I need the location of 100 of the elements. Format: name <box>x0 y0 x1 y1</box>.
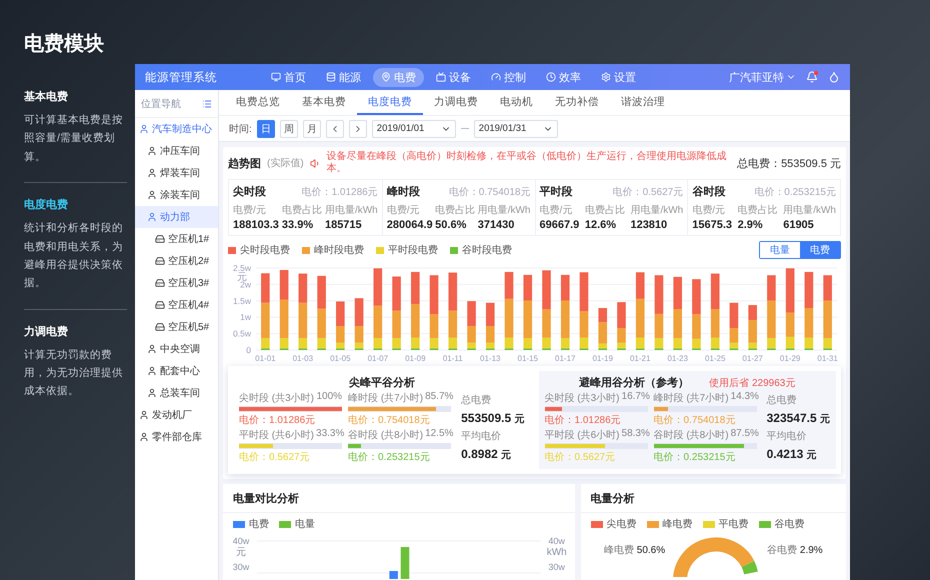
axis-unit: 元 <box>237 272 247 283</box>
chart-bar <box>804 272 814 308</box>
nav-item[interactable]: 能源 <box>318 68 369 86</box>
nav-item[interactable]: 设置 <box>593 68 644 86</box>
metric-label: 电费占比 <box>738 204 778 217</box>
metric-value: 50.6% <box>435 219 468 231</box>
analysis-title: 尖峰平谷分析 <box>348 376 415 390</box>
nav-item[interactable]: 控制 <box>483 68 534 86</box>
pin-icon <box>381 72 391 82</box>
section-text: 计算无功罚款的费用，为无功治理提供成本依据。 <box>24 348 124 400</box>
nav-item[interactable]: 设备 <box>428 68 479 86</box>
tab[interactable]: 力调电费 <box>423 90 489 115</box>
tree-item[interactable]: 零件部仓库 <box>135 426 218 448</box>
tree-item[interactable]: 冲压车间 <box>135 140 218 162</box>
tab[interactable]: 无功补偿 <box>544 90 610 115</box>
tree-item[interactable]: 焊装车间 <box>135 162 218 184</box>
period-name: 峰时段 <box>386 184 420 199</box>
metric-value: 2.9% <box>738 219 764 231</box>
legend-label: 电费 <box>249 518 269 531</box>
period-button[interactable]: 周 <box>280 120 298 138</box>
metric-label: 用电量/kWh <box>478 204 530 217</box>
period-label: 峰时段 (共7小时) <box>654 392 729 405</box>
donut-label: 峰电费 50.6% <box>604 544 666 558</box>
tree-item[interactable]: 动力部 <box>135 206 218 228</box>
period-price: 电价：0.754018元 <box>448 186 530 199</box>
period-name: 谷时段 <box>692 184 726 199</box>
legend-label: 平电费 <box>718 518 749 531</box>
person-icon <box>147 344 157 354</box>
list-icon[interactable] <box>202 99 212 109</box>
legend-label: 尖电费 <box>606 518 637 531</box>
axis-label: 01-19 <box>592 354 613 363</box>
analysis-title: 避峰用谷分析（参考） <box>579 376 690 390</box>
metric-value: 33.9% <box>282 219 314 231</box>
date-field[interactable]: 2019/01/31 <box>474 120 558 138</box>
period-name: 尖时段 <box>233 184 266 199</box>
chart-bar <box>317 276 326 309</box>
metric-label: 电费/元 <box>386 204 421 217</box>
tab[interactable]: 电费总览 <box>225 90 291 115</box>
axis-label: 01-05 <box>330 354 351 363</box>
metric-label: 电费占比 <box>282 204 322 217</box>
tree-item[interactable]: 涂装车间 <box>135 184 218 206</box>
chart-bar <box>280 270 288 300</box>
axis-label: 01-11 <box>442 354 463 363</box>
axis-label: 01-15 <box>518 354 538 363</box>
chart-bar <box>261 273 270 303</box>
period-price: 电价：0.253215元 <box>754 186 836 199</box>
gauge-icon <box>491 72 501 82</box>
axis-label: 1.5w <box>233 296 251 306</box>
tree-item[interactable]: 配套中心 <box>135 360 218 382</box>
axis-label: 01-03 <box>292 354 314 363</box>
tree-item[interactable]: 空压机2# <box>135 250 218 272</box>
period-label: 尖时段 (共3小时) <box>239 392 314 405</box>
chart-bar <box>298 274 308 303</box>
tree-item[interactable]: 中央空调 <box>135 338 218 360</box>
axis-label: 01-17 <box>555 354 576 363</box>
settings-icon <box>601 72 611 82</box>
tree-item[interactable]: 发动机厂 <box>135 404 218 426</box>
nav-item[interactable]: 首页 <box>263 68 314 86</box>
notification-button[interactable] <box>806 71 818 83</box>
toggle-button[interactable]: 电费 <box>800 242 840 258</box>
axis-label: 0.5w <box>233 328 251 339</box>
price-text: 电价：0.5627元 <box>544 450 616 464</box>
period-button[interactable]: 日 <box>256 120 275 138</box>
sidebar-title: 位置导航 <box>141 98 181 111</box>
chart-bar <box>673 276 682 309</box>
period-button[interactable]: 月 <box>302 120 321 138</box>
person-icon <box>139 410 149 420</box>
person-icon <box>147 168 157 178</box>
tree-item[interactable]: 空压机5# <box>135 316 218 338</box>
panel-title: 电量分析 <box>590 493 635 505</box>
tree-item[interactable]: 总装车间 <box>135 382 218 404</box>
axis-label: 01-07 <box>368 354 388 363</box>
axis-label: 01-23 <box>667 354 688 363</box>
app-title: 能源管理系统 <box>145 70 218 84</box>
tree-item[interactable]: 空压机1# <box>135 228 218 250</box>
period-label: 峰时段 (共7小时) <box>348 392 424 405</box>
axis-label: 01-31 <box>817 354 838 363</box>
tab[interactable]: 电动机 <box>489 90 544 115</box>
hard-drive-icon <box>155 322 165 332</box>
nav-item[interactable]: 效率 <box>538 68 589 86</box>
chart-bar <box>710 274 720 309</box>
tree-item[interactable]: 空压机4# <box>135 294 218 316</box>
legend-label: 峰时段电费 <box>314 244 364 257</box>
tree-item[interactable]: 汽车制造中心 <box>135 118 218 140</box>
metric-value: 12.6% <box>584 219 618 231</box>
section-text: 统计和分析各时段的电费和用电关系，为避峰用谷提供决策依据。 <box>24 221 124 292</box>
percent-value: 14.3% <box>730 391 759 404</box>
person-icon <box>147 388 157 398</box>
notice-text: 设备尽量在峰段（高电价）时刻检修，在平或谷（低电价）生产运行，合理使用电源降低成本。 <box>326 151 728 175</box>
price-text: 电价：1.01286元 <box>239 414 316 427</box>
tab[interactable]: 谐波治理 <box>610 90 676 115</box>
section-title: 力调电费 <box>24 324 69 339</box>
tree-item[interactable]: 空压机3# <box>135 272 218 294</box>
tab[interactable]: 基本电费 <box>291 90 357 115</box>
droplet-button[interactable] <box>828 71 840 83</box>
axis-label: 01-21 <box>630 354 650 363</box>
date-field[interactable]: 2019/01/01 <box>372 120 456 138</box>
chart-bar <box>392 276 401 311</box>
metric-value: 69667.9 <box>540 219 580 231</box>
speaker-icon <box>310 158 321 168</box>
